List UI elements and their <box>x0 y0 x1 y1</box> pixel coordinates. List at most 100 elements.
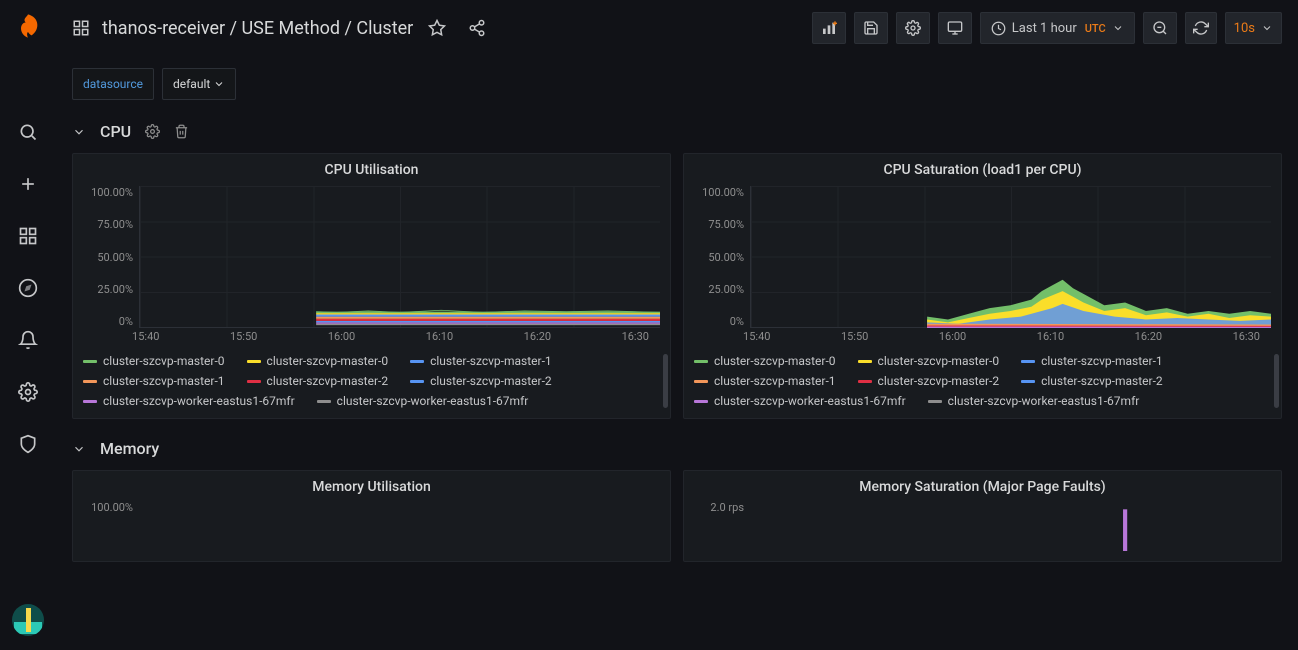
legend-item[interactable]: cluster-szcvp-master-0 <box>858 354 1000 368</box>
legend-swatch <box>858 380 872 383</box>
legend-item[interactable]: cluster-szcvp-master-0 <box>247 354 389 368</box>
legend-item[interactable]: cluster-szcvp-master-2 <box>858 374 1000 388</box>
legend-item[interactable]: cluster-szcvp-master-2 <box>247 374 389 388</box>
legend-label: cluster-szcvp-master-2 <box>267 374 389 388</box>
legend-label: cluster-szcvp-master-0 <box>267 354 389 368</box>
chart-cpu-util: 100.00% 75.00% 50.00% 25.00% 0% <box>83 186 660 346</box>
legend-label: cluster-szcvp-worker-eastus1-67mfr <box>337 394 529 408</box>
legend-label: cluster-szcvp-master-1 <box>103 374 225 388</box>
legend-label: cluster-szcvp-master-2 <box>878 374 1000 388</box>
star-icon[interactable] <box>421 12 453 44</box>
legend-item[interactable]: cluster-szcvp-master-0 <box>694 354 836 368</box>
dashboard-grid-icon[interactable] <box>72 19 90 37</box>
add-panel-button[interactable] <box>812 12 846 44</box>
time-range-label: Last 1 hour <box>1012 21 1077 36</box>
chart-cpu-sat: 100.00% 75.00% 50.00% 25.00% 0% <box>694 186 1271 346</box>
legend-item[interactable]: cluster-szcvp-worker-eastus1-67mfr <box>694 394 906 408</box>
legend-item[interactable]: cluster-szcvp-master-1 <box>1021 354 1163 368</box>
grafana-logo-icon[interactable] <box>14 12 42 40</box>
refresh-interval-label: 10s <box>1234 21 1255 36</box>
breadcrumb[interactable]: thanos-receiver / USE Method / Cluster <box>102 18 413 39</box>
legend-item[interactable]: cluster-szcvp-master-2 <box>410 374 552 388</box>
legend-label: cluster-szcvp-worker-eastus1-67mfr <box>103 394 295 408</box>
xaxis: 15:40 15:50 16:00 16:10 16:20 16:30 <box>139 330 660 346</box>
legend-label: cluster-szcvp-master-0 <box>714 354 836 368</box>
legend-label: cluster-szcvp-master-1 <box>714 374 836 388</box>
legend-swatch <box>694 400 708 403</box>
panel-title: CPU Utilisation <box>83 162 660 178</box>
panel-title: Memory Utilisation <box>83 479 660 495</box>
var-datasource-picker[interactable]: default <box>162 68 236 100</box>
legend-swatch <box>410 380 424 383</box>
row-title: Memory <box>100 439 159 458</box>
time-picker-button[interactable]: Last 1 hour UTC <box>980 12 1135 44</box>
legend-item[interactable]: cluster-szcvp-master-1 <box>694 374 836 388</box>
panel-memory-saturation[interactable]: Memory Saturation (Major Page Faults) 2.… <box>683 470 1282 562</box>
legend-swatch <box>83 360 97 363</box>
share-icon[interactable] <box>461 12 493 44</box>
row-title: CPU <box>100 122 131 141</box>
legend-item[interactable]: cluster-szcvp-master-0 <box>83 354 225 368</box>
timezone-label: UTC <box>1085 22 1106 35</box>
admin-icon[interactable] <box>8 424 48 464</box>
dashboards-icon[interactable] <box>8 216 48 256</box>
plus-icon[interactable] <box>8 164 48 204</box>
legend-label: cluster-szcvp-master-0 <box>878 354 1000 368</box>
avatar[interactable] <box>12 604 44 636</box>
settings-icon[interactable] <box>8 372 48 412</box>
dashboard-settings-button[interactable] <box>896 12 930 44</box>
legend-item[interactable]: cluster-szcvp-master-2 <box>1021 374 1163 388</box>
legend-swatch <box>317 400 331 403</box>
legend-label: cluster-szcvp-master-1 <box>1041 354 1163 368</box>
legend-swatch <box>1021 380 1035 383</box>
legend-swatch <box>694 360 708 363</box>
legend-swatch <box>858 360 872 363</box>
legend-swatch <box>83 380 97 383</box>
search-icon[interactable] <box>8 112 48 152</box>
panel-memory-utilisation[interactable]: Memory Utilisation 100.00% <box>72 470 671 562</box>
alerting-icon[interactable] <box>8 320 48 360</box>
legend-scrollbar[interactable] <box>1274 354 1279 408</box>
main: thanos-receiver / USE Method / Cluster L… <box>56 0 1298 650</box>
refresh-button[interactable] <box>1185 12 1217 44</box>
xaxis: 15:40 15:50 16:00 16:10 16:20 16:30 <box>750 330 1271 346</box>
chart-mem-util: 100.00% <box>83 501 660 551</box>
legend-item[interactable]: cluster-szcvp-worker-eastus1-67mfr <box>928 394 1140 408</box>
cycle-view-mode-button[interactable] <box>938 12 972 44</box>
legend-item[interactable]: cluster-szcvp-master-1 <box>410 354 552 368</box>
row-settings-icon[interactable] <box>145 124 160 139</box>
panel-cpu-saturation[interactable]: CPU Saturation (load1 per CPU) 100.00% 7… <box>683 153 1282 419</box>
row-delete-icon[interactable] <box>174 124 189 139</box>
panel-cpu-utilisation[interactable]: CPU Utilisation 100.00% 75.00% 50.00% 25… <box>72 153 671 419</box>
yaxis: 100.00% 75.00% 50.00% 25.00% 0% <box>83 186 139 346</box>
legend-label: cluster-szcvp-worker-eastus1-67mfr <box>948 394 1140 408</box>
row-header-cpu[interactable]: CPU <box>72 116 1282 147</box>
legend-scrollbar[interactable] <box>663 354 668 408</box>
legend-label: cluster-szcvp-master-0 <box>103 354 225 368</box>
legend-item[interactable]: cluster-szcvp-worker-eastus1-67mfr <box>317 394 529 408</box>
legend-item[interactable]: cluster-szcvp-master-1 <box>83 374 225 388</box>
chevron-down-icon <box>72 125 86 139</box>
save-button[interactable] <box>854 12 888 44</box>
legend-swatch <box>247 360 261 363</box>
yaxis: 100.00% 75.00% 50.00% 25.00% 0% <box>694 186 750 346</box>
zoom-out-button[interactable] <box>1143 12 1177 44</box>
row-header-memory[interactable]: Memory <box>72 433 1282 464</box>
refresh-interval-picker[interactable]: 10s <box>1225 12 1282 44</box>
legend-label: cluster-szcvp-worker-eastus1-67mfr <box>714 394 906 408</box>
var-datasource-label: datasource <box>72 68 154 100</box>
legend-label: cluster-szcvp-master-2 <box>1041 374 1163 388</box>
legend-item[interactable]: cluster-szcvp-worker-eastus1-67mfr <box>83 394 295 408</box>
explore-icon[interactable] <box>8 268 48 308</box>
template-variables-bar: datasource default <box>72 56 1282 116</box>
legend-swatch <box>694 380 708 383</box>
topbar: thanos-receiver / USE Method / Cluster L… <box>56 0 1298 56</box>
legend-swatch <box>928 400 942 403</box>
chevron-down-icon <box>72 442 86 456</box>
panel-title: CPU Saturation (load1 per CPU) <box>694 162 1271 178</box>
legend-swatch <box>410 360 424 363</box>
legend-swatch <box>83 400 97 403</box>
chart-mem-sat: 2.0 rps <box>694 501 1271 551</box>
dashboard-content: datasource default CPU CPU Utilisatio <box>56 56 1298 562</box>
legend-cpu-sat: cluster-szcvp-master-0 cluster-szcvp-mast… <box>694 354 1271 408</box>
